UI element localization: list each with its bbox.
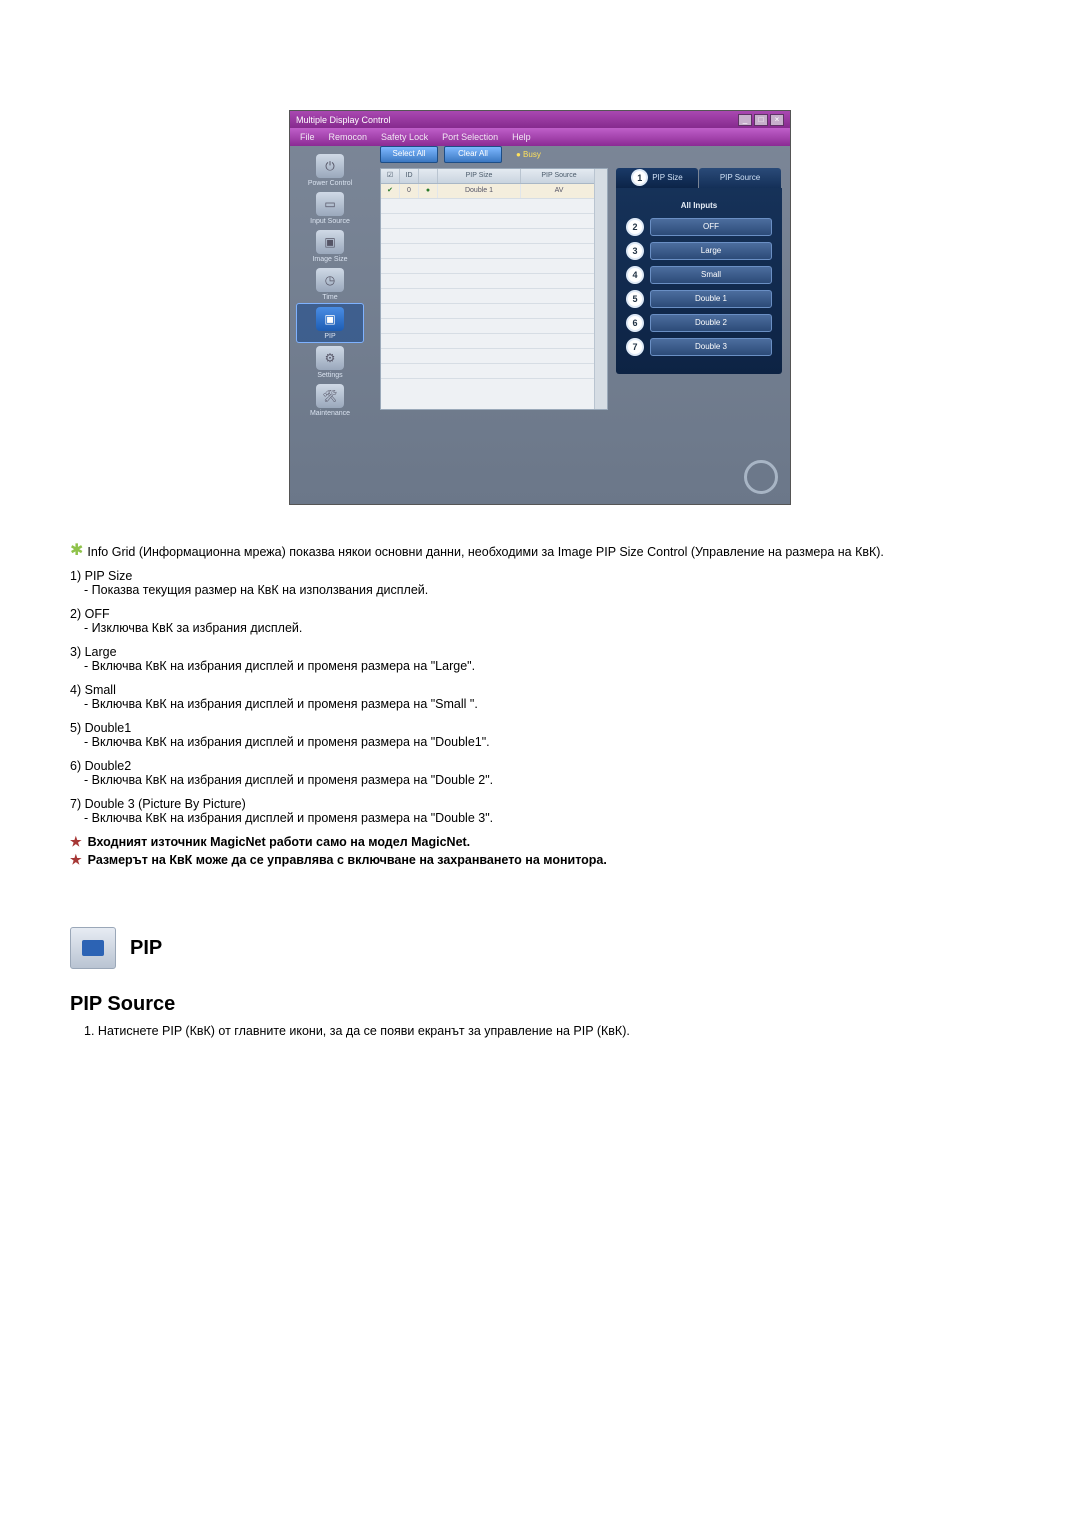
minimize-icon[interactable]: _ bbox=[738, 114, 752, 126]
menu-remocon[interactable]: Remocon bbox=[329, 132, 368, 142]
list-item: 1) PIP Size- Показва текущия размер на К… bbox=[70, 569, 1010, 597]
lead-note: ✱ Info Grid (Информационна мрежа) показв… bbox=[70, 545, 1010, 559]
sidebar-item-maintenance[interactable]: 🛠Maintenance bbox=[290, 381, 370, 419]
section-subtitle: PIP Source bbox=[70, 993, 1010, 1016]
busy-indicator: ● Busy bbox=[516, 150, 541, 159]
body-text: ✱ Info Grid (Информационна мрежа) показв… bbox=[70, 545, 1010, 1038]
power-ring-icon bbox=[744, 460, 778, 494]
sidebar-item-pip[interactable]: ▣PIP bbox=[296, 303, 364, 343]
option-large[interactable]: 3Large bbox=[626, 242, 772, 260]
note-line: ★Входният източник MagicNet работи само … bbox=[70, 835, 1010, 849]
close-icon[interactable]: × bbox=[770, 114, 784, 126]
menu-help[interactable]: Help bbox=[512, 132, 531, 142]
select-all-button[interactable]: Select All bbox=[380, 146, 438, 163]
grid-header: ☑ ID PIP Size PIP Source bbox=[381, 169, 607, 184]
tab-pip-size[interactable]: 1PIP Size bbox=[616, 168, 698, 188]
pip-icon: ▣ bbox=[316, 307, 344, 331]
clear-all-button[interactable]: Clear All bbox=[444, 146, 502, 163]
menu-file[interactable]: File bbox=[300, 132, 315, 142]
window-controls: _ □ × bbox=[738, 114, 784, 126]
clock-icon: ◷ bbox=[316, 268, 344, 292]
menu-port-selection[interactable]: Port Selection bbox=[442, 132, 498, 142]
info-grid: ☑ ID PIP Size PIP Source ✔ 0 ● Double 1 … bbox=[380, 168, 608, 410]
sidebar-item-power-control[interactable]: ⏻Power Control bbox=[290, 151, 370, 189]
table-row[interactable]: ✔ 0 ● Double 1 AV bbox=[381, 184, 607, 199]
menu-bar: File Remocon Safety Lock Port Selection … bbox=[290, 128, 790, 146]
sidebar: ⏻Power Control ▭Input Source ▣Image Size… bbox=[290, 146, 370, 505]
list-item: 2) OFF- Изключва КвК за избрания дисплей… bbox=[70, 607, 1010, 635]
option-double3[interactable]: 7Double 3 bbox=[626, 338, 772, 356]
maximize-icon[interactable]: □ bbox=[754, 114, 768, 126]
panel-title: All Inputs bbox=[626, 201, 772, 210]
sidebar-item-time[interactable]: ◷Time bbox=[290, 265, 370, 303]
list-item: 7) Double 3 (Picture By Picture)- Включв… bbox=[70, 797, 1010, 825]
list-item: 5) Double1- Включва КвК на избрания дисп… bbox=[70, 721, 1010, 749]
wrench-icon: 🛠 bbox=[316, 384, 344, 408]
scrollbar[interactable] bbox=[594, 169, 607, 409]
option-double2[interactable]: 6Double 2 bbox=[626, 314, 772, 332]
power-icon: ⏻ bbox=[316, 154, 344, 178]
list-item: 6) Double2- Включва КвК на избрания дисп… bbox=[70, 759, 1010, 787]
pip-section-icon bbox=[70, 927, 116, 969]
star-icon: ★ bbox=[70, 853, 82, 867]
app-screenshot: Multiple Display Control _ □ × File Remo… bbox=[289, 110, 791, 505]
toolbar: Select All Clear All ● Busy bbox=[380, 146, 541, 163]
option-small[interactable]: 4Small bbox=[626, 266, 772, 284]
sidebar-item-settings[interactable]: ⚙Settings bbox=[290, 343, 370, 381]
list-item: 4) Small- Включва КвК на избрания диспле… bbox=[70, 683, 1010, 711]
sidebar-item-image-size[interactable]: ▣Image Size bbox=[290, 227, 370, 265]
sidebar-item-input-source[interactable]: ▭Input Source bbox=[290, 189, 370, 227]
list-item: 3) Large- Включва КвК на избрания диспле… bbox=[70, 645, 1010, 673]
option-double1[interactable]: 5Double 1 bbox=[626, 290, 772, 308]
window-title: Multiple Display Control bbox=[296, 115, 391, 125]
asterisk-icon: ✱ bbox=[70, 545, 83, 559]
section-heading: PIP bbox=[70, 927, 1010, 969]
option-off[interactable]: 2OFF bbox=[626, 218, 772, 236]
gear-icon: ⚙ bbox=[316, 346, 344, 370]
window-titlebar: Multiple Display Control _ □ × bbox=[290, 111, 790, 128]
step-item: 1. Натиснете PIP (КвК) от главните икони… bbox=[84, 1024, 1010, 1038]
note-line: ★Размерът на КвК може да се управлява с … bbox=[70, 853, 1010, 867]
image-size-icon: ▣ bbox=[316, 230, 344, 254]
pip-panel: 1PIP Size PIP Source All Inputs 2OFF 3La… bbox=[616, 168, 782, 374]
tab-pip-source[interactable]: PIP Source bbox=[699, 168, 781, 188]
section-title: PIP bbox=[130, 937, 162, 960]
star-icon: ★ bbox=[70, 835, 82, 849]
input-icon: ▭ bbox=[316, 192, 344, 216]
menu-safety-lock[interactable]: Safety Lock bbox=[381, 132, 428, 142]
